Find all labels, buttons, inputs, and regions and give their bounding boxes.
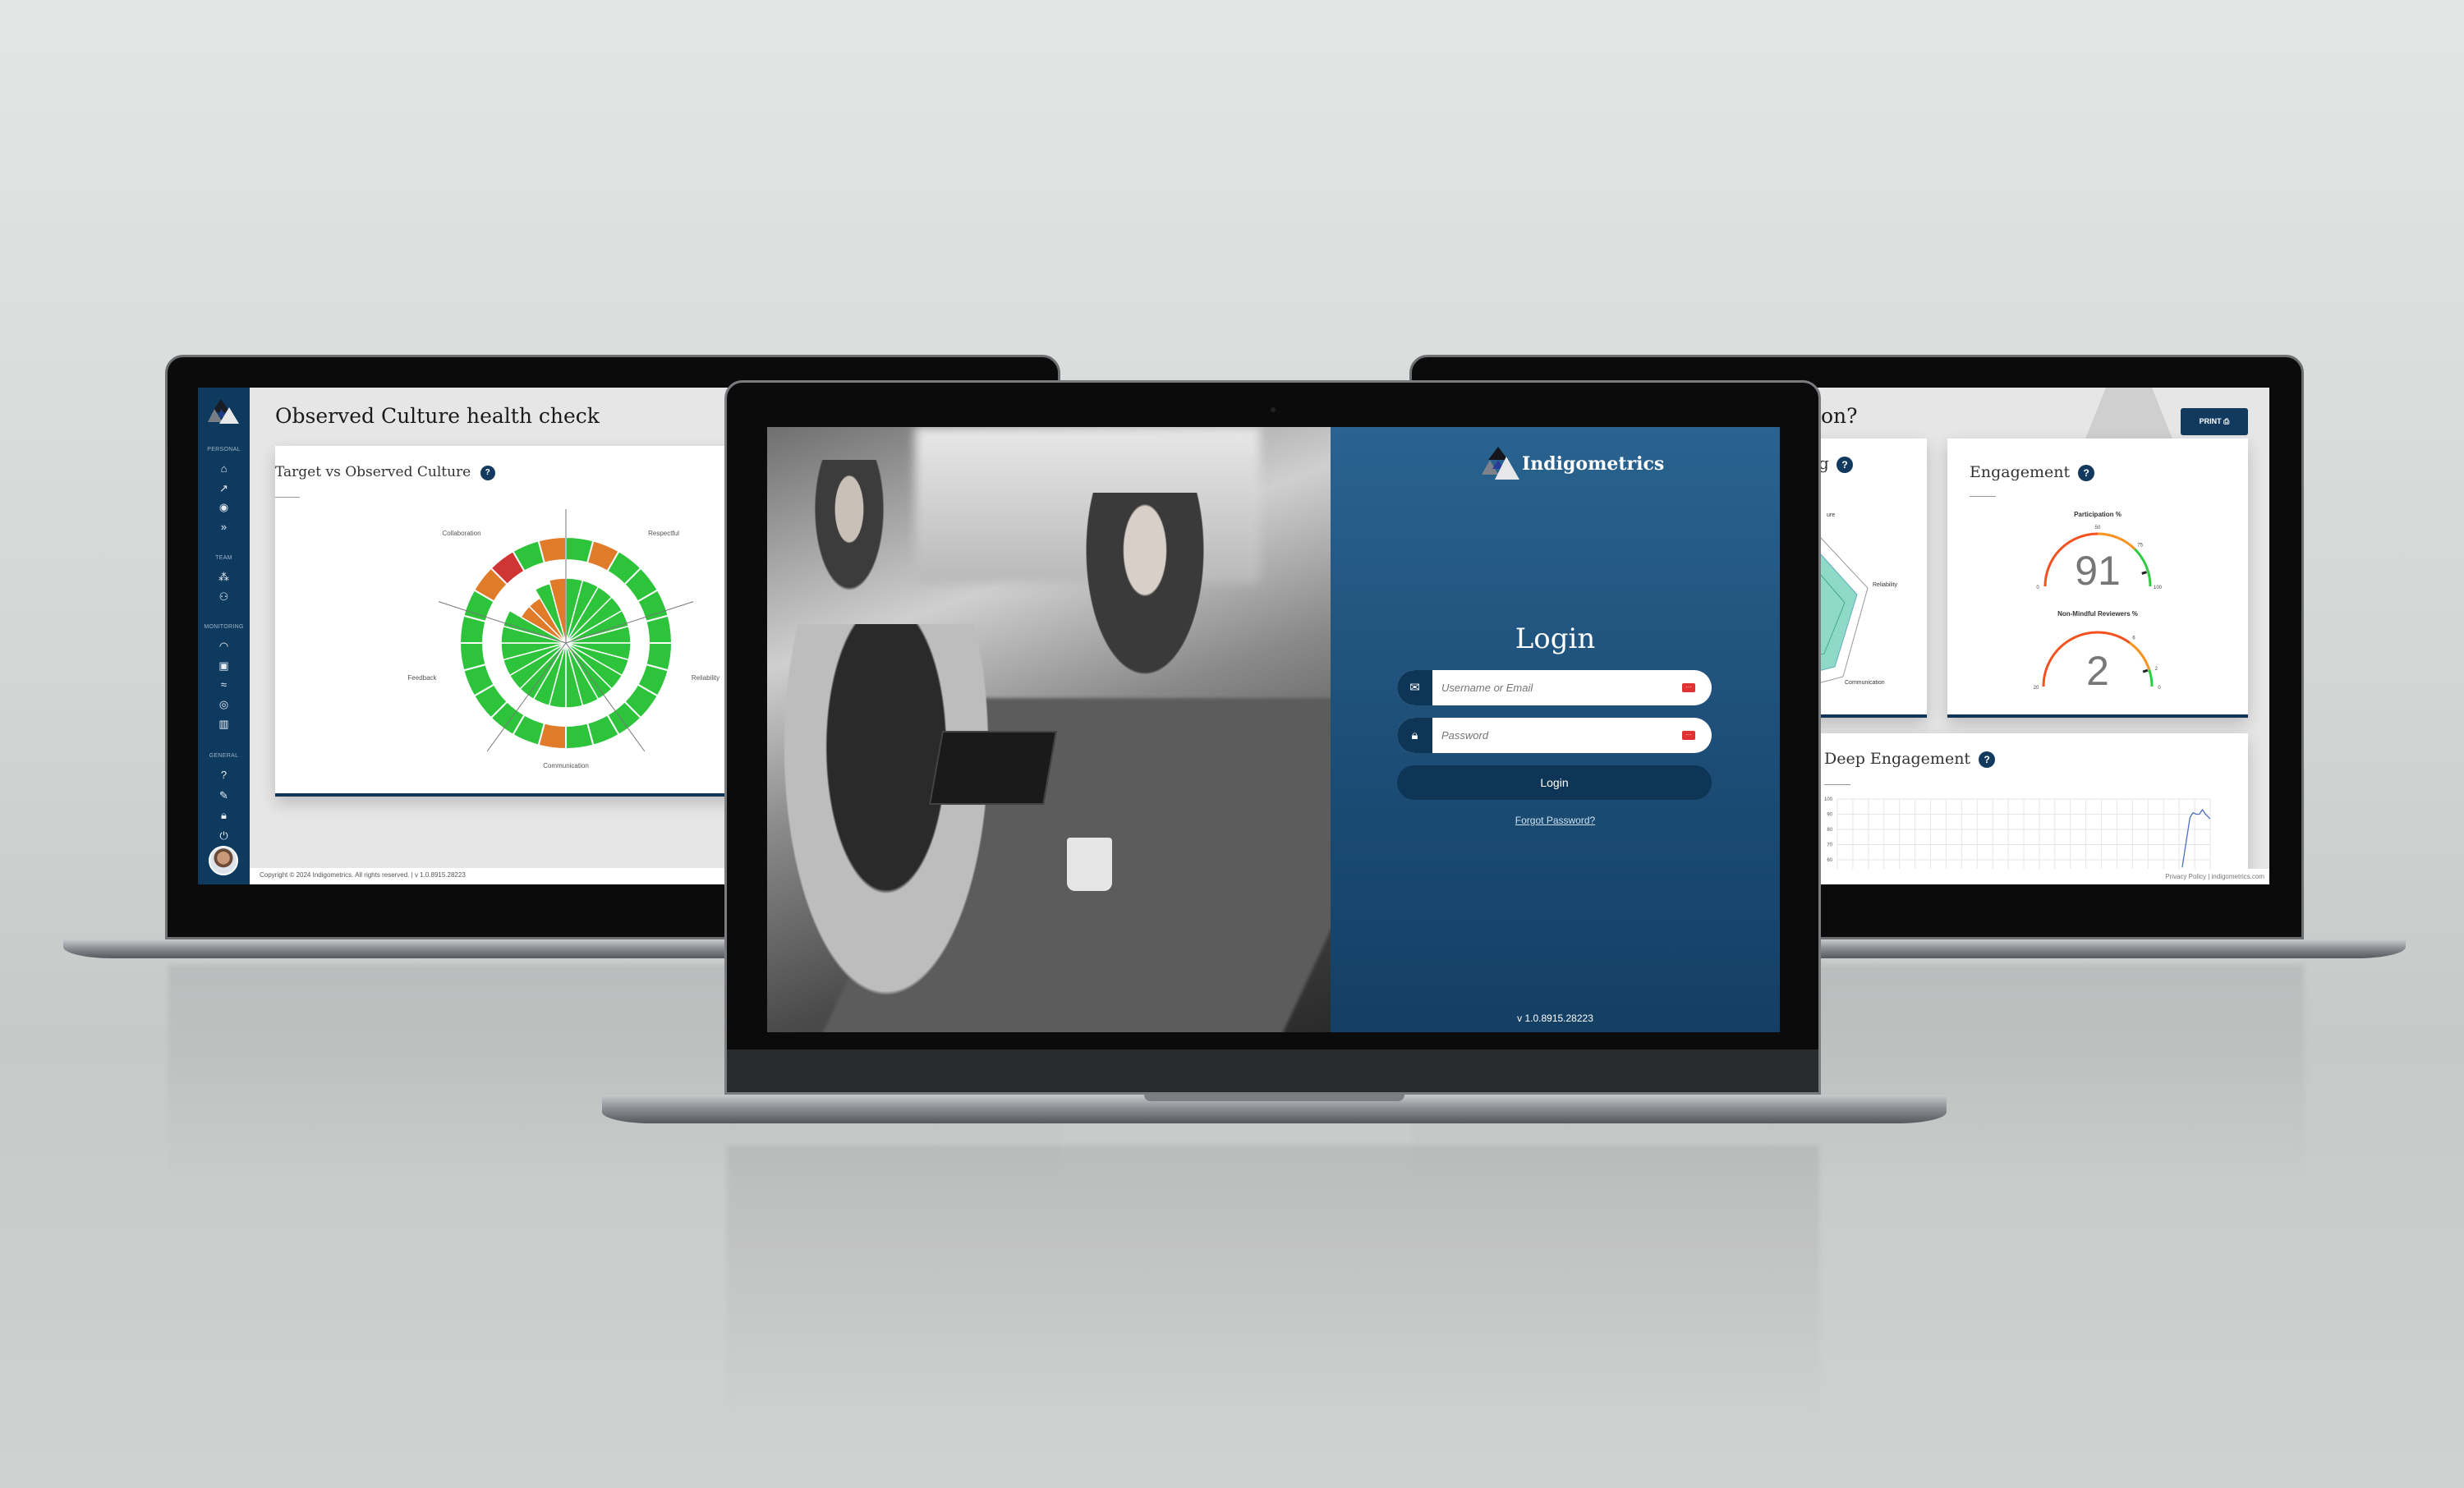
footer-separator: |: [2208, 873, 2210, 880]
y-tick-label: 60: [1827, 858, 1832, 863]
login-button[interactable]: Login: [1397, 765, 1712, 800]
gauge-tick-label: 75: [2137, 543, 2143, 548]
axis-label: Collaboration: [442, 530, 480, 537]
gauges: Participation % 0 50 75 100 91 Non-Mindful Rev…: [2034, 511, 2163, 694]
brand-name: Indigometrics: [1522, 453, 1665, 475]
print-button[interactable]: PRINT ⎙: [2181, 408, 2248, 435]
axis-label: Feedback: [407, 674, 437, 682]
outer-ring-segment: [537, 535, 567, 564]
password-manager-icon[interactable]: ···: [1682, 731, 1695, 740]
gauge-tick-label: 0: [2036, 586, 2039, 590]
page-title-fragment: on?: [1821, 404, 1858, 428]
gauge-needle: [2142, 668, 2149, 673]
center-laptop-reflection: [727, 1146, 1819, 1417]
gauge-tick-label: 0: [2158, 686, 2161, 691]
username-input[interactable]: [1441, 670, 1671, 705]
axis-label: Reliability: [692, 674, 719, 682]
gauge-band: [2128, 641, 2151, 671]
deep-engagement-card: Deep Engagement ? 100 90 80 70 60: [1808, 733, 2248, 873]
office-photo: [767, 427, 1331, 1032]
login-heading: Login: [1515, 622, 1596, 655]
gauge-band: [2097, 532, 2136, 550]
envelope-icon: ✉: [1397, 670, 1432, 705]
brand-logo-icon: [1482, 447, 1519, 480]
forgot-password-link[interactable]: Forgot Password?: [1331, 815, 1780, 826]
axis-label: Respectful: [648, 530, 679, 537]
gauge-tick-label: 20: [2034, 686, 2039, 691]
engagement-card: Engagement ? Participation % 0 50 75 100 91 No…: [1947, 439, 2248, 718]
version-label: v 1.0.8915.28223: [1517, 1013, 1593, 1024]
gauge-value: 91: [2075, 548, 2121, 594]
gauge-band: [2148, 669, 2154, 687]
y-tick-label: 80: [1827, 828, 1832, 833]
background-triangle: [2083, 388, 2175, 445]
gauge-label: Non-Mindful Reviewers %: [2057, 610, 2138, 618]
print-label: PRINT: [2199, 417, 2222, 425]
password-field[interactable]: 🔒︎ ···: [1397, 718, 1712, 753]
axis-label: Communication: [543, 762, 589, 769]
site-link[interactable]: indigometrics.com: [2212, 873, 2264, 880]
y-tick-label: 70: [1827, 843, 1832, 848]
base-notch: [1144, 1095, 1404, 1101]
username-field[interactable]: ✉ ···: [1397, 670, 1712, 705]
gauge-tick-label: 2: [2155, 667, 2158, 672]
privacy-link[interactable]: Privacy Policy: [2165, 873, 2206, 880]
password-manager-icon[interactable]: ···: [1682, 683, 1695, 692]
y-tick-label: 100: [1824, 797, 1833, 802]
lock-icon: 🔒︎: [1397, 718, 1432, 753]
gauge-value: 2: [2086, 648, 2109, 694]
center-laptop-base: [602, 1095, 1947, 1123]
gauge-band: [2134, 548, 2152, 587]
outer-ring-segment: [645, 614, 673, 644]
outer-ring-segment: [458, 642, 487, 672]
camera: [1271, 407, 1276, 412]
password-input[interactable]: [1441, 718, 1671, 753]
deep-engagement-chart: 100 90 80 70 60: [1824, 797, 2211, 871]
footer-copyright: Copyright © 2024 Indigometrics. All righ…: [260, 871, 466, 879]
deep-engagement-line: [2181, 808, 2211, 868]
gauge-tick-label: 6: [2132, 636, 2135, 641]
gauge-label: Participation %: [2074, 511, 2122, 518]
gauge-needle: [2141, 571, 2147, 575]
lid-chin: [727, 1049, 1818, 1092]
gauge-tick-label: 100: [2154, 586, 2163, 590]
printer-icon: ⎙: [2223, 417, 2230, 425]
gauge-tick-label: 50: [2095, 526, 2101, 530]
y-tick-label: 90: [1827, 813, 1832, 818]
outer-ring-segment: [565, 722, 595, 751]
